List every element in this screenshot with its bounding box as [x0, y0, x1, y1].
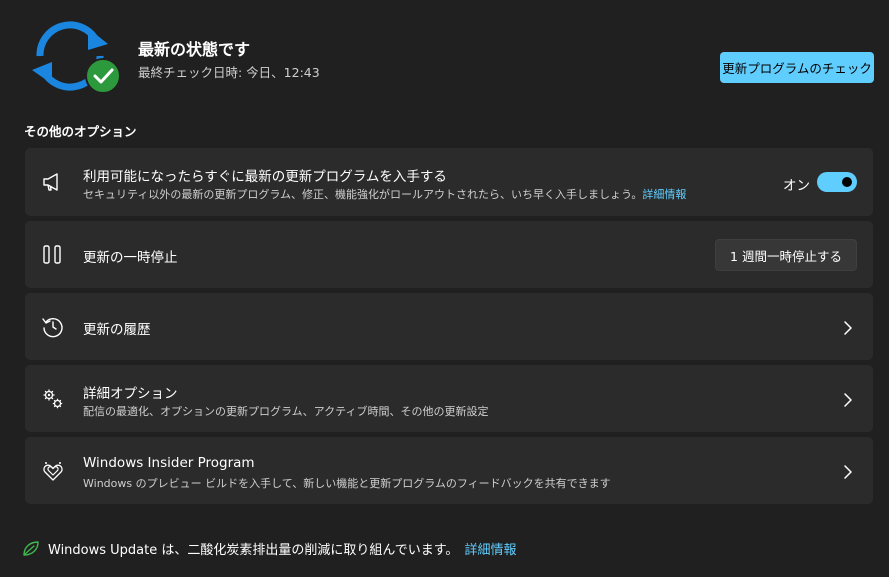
- toggle-state-label: オン: [783, 178, 810, 194]
- option-description: 配信の最適化、オプションの更新プログラム、アクティブ時間、その他の更新設定: [83, 405, 489, 418]
- last-checked-text: 最終チェック日時: 今日、12:43: [138, 65, 320, 80]
- chevron-right-icon: [843, 320, 853, 335]
- option-windows-insider[interactable]: Windows Insider Program Windows のプレビュー ビ…: [25, 437, 873, 504]
- option-label: Windows Insider Program: [83, 455, 255, 471]
- sync-status-icon: [30, 18, 125, 96]
- history-icon: [41, 315, 65, 339]
- windows-update-page: 最新の状態です 最終チェック日時: 今日、12:43 更新プログラムのチェック …: [0, 0, 889, 577]
- sustainability-footer: Windows Update は、二酸化炭素排出量の削減に取り組んでいます。 詳…: [22, 538, 516, 558]
- option-description: セキュリティ以外の最新の更新プログラム、修正、機能強化がロールアウトされたら、い…: [83, 186, 686, 202]
- status-title: 最新の状態です: [138, 40, 251, 59]
- pause-one-week-button[interactable]: 1 週間一時停止する: [715, 239, 857, 271]
- footer-learn-more-link[interactable]: 詳細情報: [464, 539, 516, 558]
- option-label: 詳細オプション: [83, 386, 178, 402]
- toggle-knob: [842, 177, 852, 187]
- get-latest-updates-toggle[interactable]: [817, 172, 857, 192]
- option-label: 更新の履歴: [83, 322, 151, 338]
- option-description-text: セキュリティ以外の最新の更新プログラム、修正、機能強化がロールアウトされたら、い…: [83, 188, 643, 201]
- option-label: 利用可能になったらすぐに最新の更新プログラムを入手する: [83, 169, 447, 185]
- footer-text: Windows Update は、二酸化炭素排出量の削減に取り組んでいます。: [48, 542, 459, 558]
- megaphone-icon: [41, 170, 65, 194]
- option-get-latest-updates: 利用可能になったらすぐに最新の更新プログラムを入手する セキュリティ以外の最新の…: [25, 148, 873, 216]
- update-status-header: 最新の状態です 最終チェック日時: 今日、12:43 更新プログラムのチェック: [0, 0, 889, 115]
- insider-hearts-icon: [41, 459, 65, 483]
- option-update-history[interactable]: 更新の履歴: [25, 293, 873, 360]
- gears-icon: [41, 387, 65, 411]
- option-advanced-options[interactable]: 詳細オプション 配信の最適化、オプションの更新プログラム、アクティブ時間、その他…: [25, 365, 873, 432]
- more-options-heading: その他のオプション: [24, 124, 137, 139]
- leaf-icon: [22, 539, 40, 557]
- chevron-right-icon: [843, 464, 853, 479]
- option-description: Windows のプレビュー ビルドを入手して、新しい機能と更新プログラムのフィ…: [83, 477, 611, 490]
- pause-icon: [41, 243, 65, 267]
- chevron-right-icon: [843, 392, 853, 407]
- check-for-updates-button[interactable]: 更新プログラムのチェック: [720, 52, 874, 83]
- learn-more-link[interactable]: 詳細情報: [642, 188, 686, 201]
- option-label: 更新の一時停止: [83, 250, 178, 266]
- option-pause-updates: 更新の一時停止 1 週間一時停止する: [25, 221, 873, 288]
